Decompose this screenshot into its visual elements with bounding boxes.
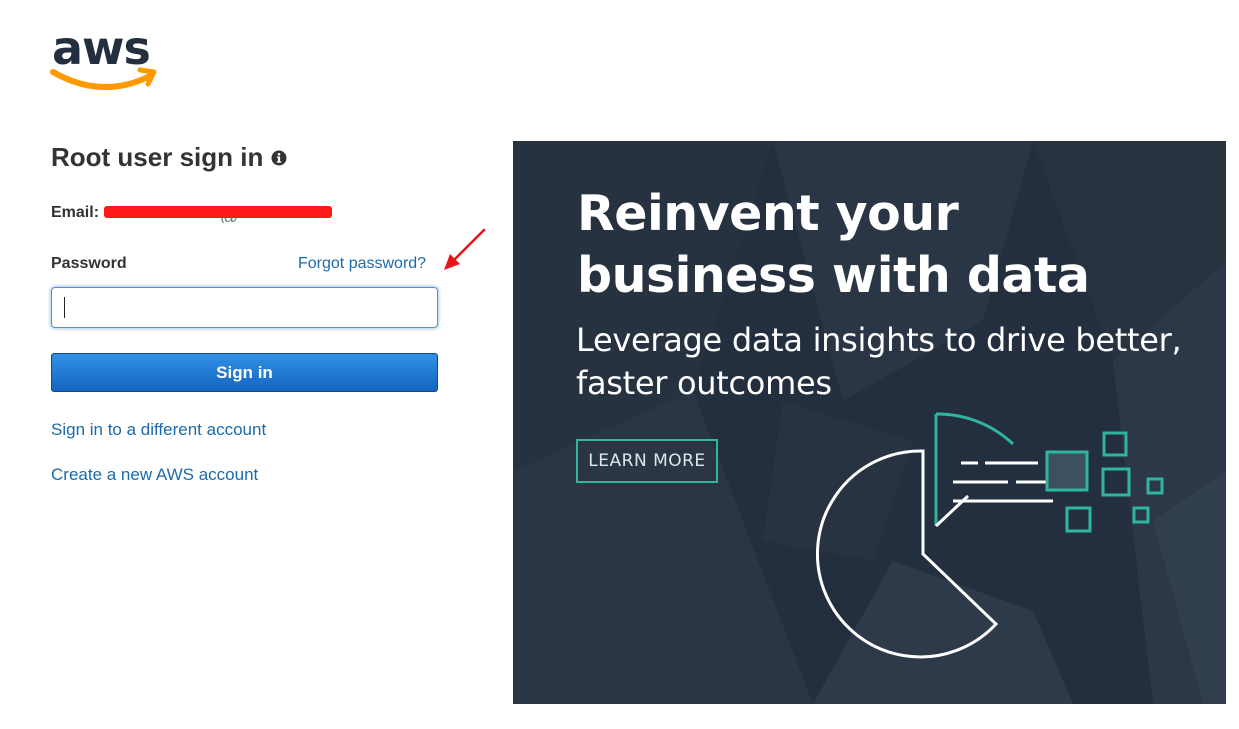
password-input[interactable] — [51, 287, 438, 328]
pie-chart-data-icon — [816, 412, 1164, 659]
email-row: Email: @ — [51, 203, 333, 223]
banner-headline: Reinvent your business with data — [577, 185, 1090, 304]
email-label: Email: — [51, 204, 100, 221]
forgot-password-link[interactable]: Forgot password? — [298, 255, 426, 273]
page-title-text: Root user sign in — [51, 142, 264, 172]
annotation-arrow-icon — [444, 228, 486, 270]
learn-more-button[interactable]: LEARN MORE — [576, 439, 718, 483]
promo-banner[interactable]: Reinvent your business with data Leverag… — [513, 141, 1226, 704]
sign-in-different-account-link[interactable]: Sign in to a different account — [51, 420, 266, 440]
banner-subheadline: Leverage data insights to drive better, … — [576, 321, 1182, 402]
email-redaction-mark — [104, 206, 333, 218]
signin-page: aws Root user sign in Email: @ Password … — [0, 0, 1239, 729]
page-title: Root user sign in — [51, 142, 287, 173]
email-value: @ — [104, 203, 333, 223]
text-cursor — [64, 297, 65, 318]
info-circle-icon[interactable] — [271, 150, 287, 166]
aws-logo-text: aws — [52, 22, 150, 75]
create-aws-account-link[interactable]: Create a new AWS account — [51, 465, 258, 485]
aws-logo[interactable]: aws — [50, 22, 160, 94]
password-label: Password — [51, 255, 127, 272]
sign-in-button[interactable]: Sign in — [51, 353, 438, 392]
